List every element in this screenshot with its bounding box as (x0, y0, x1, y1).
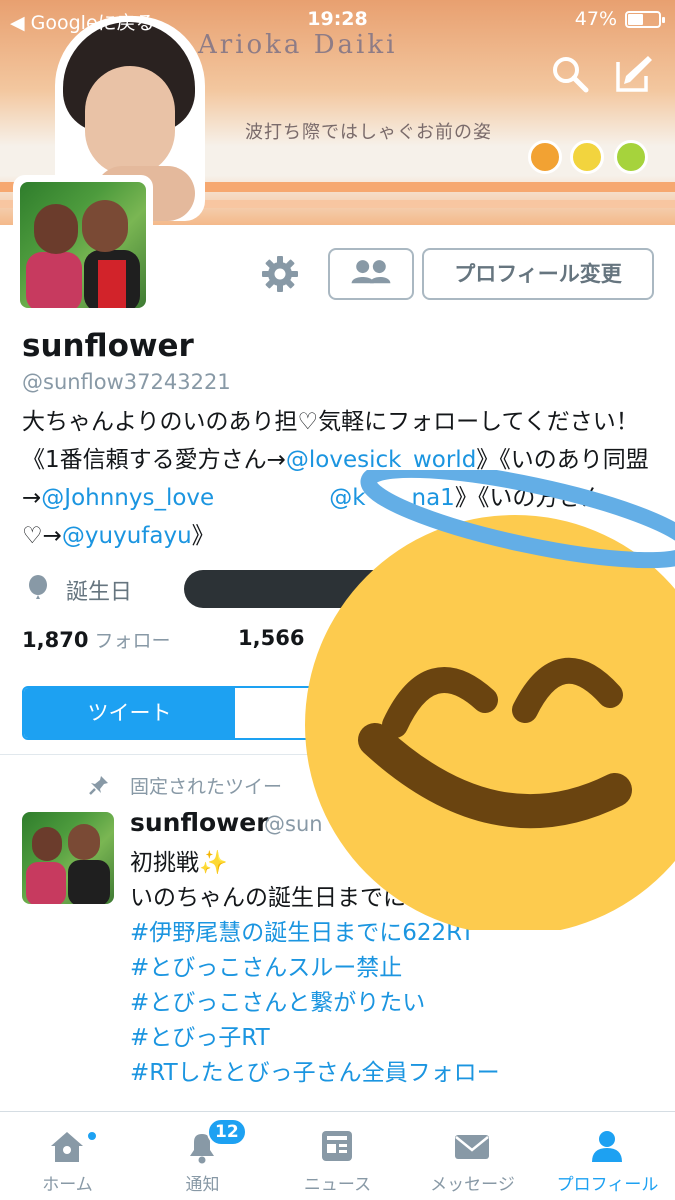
balloon-icon (29, 575, 47, 599)
edit-profile-button[interactable]: プロフィール変更 (422, 248, 654, 300)
gear-icon[interactable] (260, 254, 300, 294)
bio-mention-link[interactable]: @k (329, 485, 365, 511)
hashtag-link[interactable]: #伊野尾慧の誕生日までに622RT (130, 916, 660, 951)
tweet-line: 初挑戦✨ (130, 850, 228, 876)
bio-text: 》 (191, 523, 215, 549)
people-icon (351, 260, 391, 284)
profile-avatar[interactable] (13, 175, 153, 315)
orange-slice-icon (528, 140, 562, 174)
envelope-icon (455, 1135, 489, 1159)
hashtag-link[interactable]: #RTしたとびっ子さん全員フォロー (130, 1056, 660, 1091)
followers-count: 1,566 (238, 626, 305, 650)
battery-percent: 47% (574, 8, 617, 30)
compose-icon[interactable] (612, 52, 656, 96)
hashtag-link[interactable]: #とびっ子RT (130, 1021, 660, 1056)
profile-bio: 大ちゃんよりのいのあり担♡気軽にフォローしてください！《1番信頼する愛方さん→@… (22, 403, 662, 555)
tweet-author-name[interactable]: sunflower (130, 808, 269, 837)
bio-mention-link[interactable]: na1 (412, 485, 455, 511)
birthday-row: 誕生日 (26, 570, 666, 610)
birthday-label: 誕生日 (66, 580, 133, 605)
tweet-body: 初挑戦✨ いのちゃんの誕生日までに #伊野尾慧の誕生日までに622RT #とびっこ… (130, 846, 660, 1091)
battery-icon (625, 11, 665, 28)
divider (0, 754, 675, 755)
tab-label: メッセージ (430, 1175, 515, 1195)
bio-text: 》《い (476, 447, 534, 473)
following-link[interactable]: 1,870 フォロー (22, 628, 170, 652)
tab-notifications[interactable]: 12 通知 (135, 1112, 270, 1200)
profile-name: sunflower (22, 328, 194, 364)
news-icon (322, 1131, 352, 1161)
person-icon (592, 1131, 622, 1162)
tab-label: ニュース (303, 1175, 372, 1195)
tweet-line: いのちゃんの誕生日までに (130, 885, 406, 911)
bio-text: 》《い (454, 485, 513, 511)
lime-slice-icon (614, 140, 648, 174)
bio-text (366, 485, 412, 511)
tab-messages[interactable]: メッセージ (405, 1112, 540, 1200)
bio-text (214, 485, 329, 511)
search-icon[interactable] (548, 52, 592, 96)
tab-label: ホーム (42, 1175, 93, 1195)
tab-news[interactable]: ニュース (270, 1112, 405, 1200)
following-count: 1,870 (22, 628, 89, 652)
bio-mention-link[interactable]: @Johnnys_love (41, 485, 214, 511)
new-dot (86, 1130, 98, 1142)
tweet-avatar[interactable] (22, 812, 114, 904)
bio-mention-link[interactable]: @yuyufayu (62, 523, 192, 549)
bio-text: 大ちゃんよりのいのあり担♡気軽にフォローしてくださ (22, 409, 593, 435)
pinned-label: 固定されたツイー (130, 776, 283, 798)
profile-tabs: ツイート (22, 686, 653, 740)
birthday-redacted (184, 570, 644, 608)
following-label: フォロー (94, 630, 171, 652)
tab-home[interactable]: ホーム (0, 1112, 135, 1200)
bottom-tab-bar: ホーム 12 通知 ニュース メッセージ プロフィール (0, 1111, 675, 1200)
tab-label: プロフィール (556, 1175, 659, 1195)
followers-link[interactable]: 1,566 (238, 626, 304, 650)
notification-badge: 12 (207, 1118, 247, 1146)
hashtag-link[interactable]: #とびっこさんスルー禁止 (130, 951, 660, 986)
status-time: 19:28 (307, 8, 368, 30)
tweet-author-handle: @sun (264, 812, 323, 836)
status-bar: ◀ Googleに戻る 19:28 47% (0, 0, 675, 40)
home-icon (51, 1132, 83, 1162)
banner-subcaption: 波打ち際ではしゃぐお前の姿 (245, 122, 492, 143)
pin-icon (89, 776, 108, 795)
friends-button[interactable] (328, 248, 414, 300)
follow-stats: 1,870 フォロー 1,566 (22, 626, 304, 653)
hashtag-link[interactable]: #とびっこさんと繋がりたい (130, 986, 660, 1021)
tab-tweets[interactable]: ツイート (24, 688, 235, 738)
tab-label: 通知 (185, 1175, 220, 1195)
profile-handle: @sunflow37243221 (22, 370, 231, 394)
tab-profile[interactable]: プロフィール (540, 1112, 675, 1200)
bio-mention-link[interactable]: @lovesick_world (286, 447, 476, 473)
lemon-slice-icon (570, 140, 604, 174)
sparkles-icon: ✨ (199, 850, 228, 876)
